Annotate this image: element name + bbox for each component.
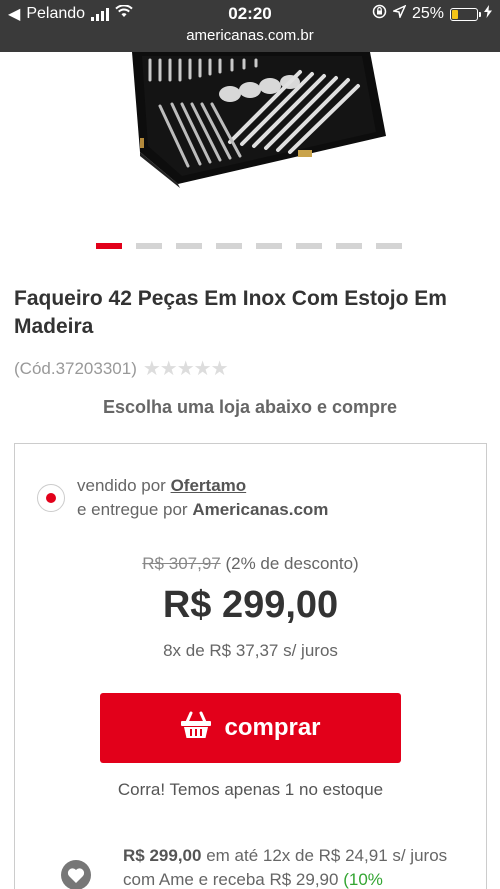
address-bar[interactable]: americanas.com.br [0,26,500,52]
choose-store-heading: Escolha uma loja abaixo e compre [102,397,398,417]
charging-icon [484,5,492,23]
buy-button[interactable]: comprar [100,693,401,763]
ame-cashback-percent: (10% [343,870,383,889]
product-image[interactable] [0,52,500,232]
battery-percent: 25% [411,5,444,22]
carousel-dot-8[interactable] [376,243,402,249]
carousel-dot-1[interactable] [96,243,122,249]
ame-cashback-offer: R$ 299,00 em até 12x de R$ 24,91 s/ juro… [123,844,463,889]
old-price: R$ 307,97 [142,554,221,573]
installments-info: 8x de R$ 37,37 s/ juros [163,641,338,660]
seller-link[interactable]: Ofertamo [171,476,247,495]
sold-by-prefix: vendido por [77,476,166,495]
offer-card: vendido por Ofertamo e entregue por Amer… [14,443,487,889]
product-title: Faqueiro 42 Peças Em Inox Com Estojo Em … [14,287,447,338]
stock-notice: Corra! Temos apenas 1 no estoque [117,780,384,799]
product-meta: (Cód.37203301) ★★★★★ [14,356,229,381]
carousel-dot-7[interactable] [336,243,362,249]
ame-price: R$ 299,00 [123,846,202,865]
carousel-dot-5[interactable] [256,243,282,249]
delivered-by: Americanas.com [192,500,329,519]
current-price: R$ 299,00 [162,584,339,626]
seller-info: vendido por Ofertamo e entregue por Amer… [77,474,328,522]
location-icon [391,4,407,23]
shopping-basket-icon [180,711,212,746]
carousel-dot-3[interactable] [176,243,202,249]
discount-label: (2% de desconto) [225,554,359,573]
battery-icon [450,7,481,21]
ame-heart-icon [61,860,91,889]
carousel-dot-2[interactable] [136,243,162,249]
carousel-dot-4[interactable] [216,243,242,249]
offer-radio-selected[interactable] [37,484,65,512]
status-right: 25% [372,4,492,24]
cutlery-case-illustration [132,52,386,188]
rating-stars[interactable]: ★★★★★ [143,356,229,381]
delivered-by-prefix: e entregue por [77,500,188,519]
carousel-indicators [96,243,402,249]
old-price-row: R$ 307,97 (2% de desconto) [15,554,486,574]
carousel-dot-6[interactable] [296,243,322,249]
status-bar: ◀ Pelando 02:20 25% [0,0,500,26]
rotation-lock-icon [372,4,387,24]
product-code: (Cód.37203301) [14,358,137,378]
buy-button-label: comprar [224,714,321,741]
